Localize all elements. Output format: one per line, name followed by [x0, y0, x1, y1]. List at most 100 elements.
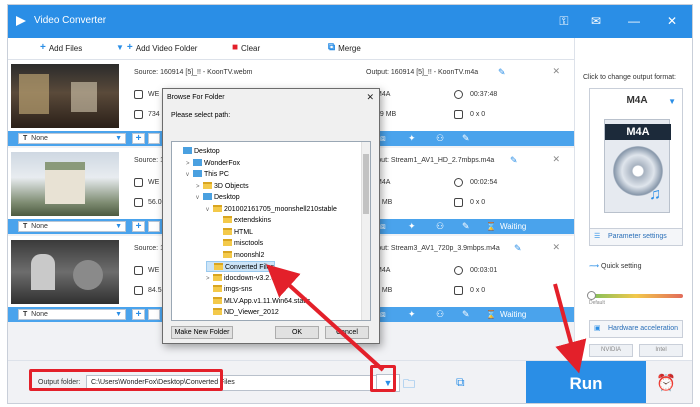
resolution-icon: [454, 110, 463, 119]
collapse-icon[interactable]: >: [206, 274, 213, 285]
subtitle-select[interactable]: T None ▼: [18, 133, 126, 144]
effect-icon[interactable]: ✦: [408, 133, 416, 144]
edit-icon[interactable]: ✎: [514, 243, 522, 254]
tree-node[interactable]: moonshl2: [216, 250, 264, 261]
tree-node[interactable]: Desktop: [176, 146, 220, 157]
run-button[interactable]: Run: [526, 361, 646, 403]
video-thumbnail: [11, 240, 119, 304]
crop-icon[interactable]: ⧈: [380, 221, 386, 232]
tree-node[interactable]: v 20100216170​5_moonshell210stable: [206, 204, 337, 215]
status-text: Waiting: [500, 310, 527, 319]
collapse-icon[interactable]: >: [196, 182, 203, 193]
parameter-settings-button[interactable]: ☰ Parameter settings: [589, 228, 683, 246]
hardware-acceleration-toggle[interactable]: ▣ Hardware acceleration: [589, 320, 683, 338]
add-subtitle-button[interactable]: +: [132, 309, 145, 320]
plus-icon: +: [126, 42, 133, 53]
resolution-icon: [454, 286, 463, 295]
tree-node-label: 3D Objects: [214, 182, 249, 190]
plus-icon: +: [40, 42, 46, 53]
folder-tree[interactable]: Desktop > WonderFox v This PC >3D Objects v Des…: [171, 141, 371, 321]
tree-scrollbar[interactable]: [361, 142, 370, 320]
remove-icon[interactable]: ✕: [552, 242, 560, 253]
folder-icon: [213, 273, 222, 281]
subtitle-select[interactable]: T None ▼: [18, 221, 126, 232]
rename-icon[interactable]: ✎: [462, 309, 470, 320]
dropdown-arrow-icon: ▼: [115, 311, 122, 318]
duration: 00:02:54: [470, 179, 498, 186]
close-icon[interactable]: ✕: [662, 12, 682, 30]
expand-icon[interactable]: v: [206, 205, 213, 216]
crop-icon[interactable]: ⧈: [380, 133, 386, 144]
filesize-icon: [134, 286, 143, 295]
open-folder-icon[interactable]: 🗀: [403, 375, 415, 396]
slider-knob[interactable]: [587, 291, 596, 300]
tree-node[interactable]: MLV.App.v1.11.Win64.static: [206, 296, 310, 307]
tree-node[interactable]: > idocdown-v3.2.6: [206, 273, 275, 284]
tree-node-selected[interactable]: Converted Files: [206, 261, 276, 272]
remove-icon[interactable]: ✕: [552, 154, 560, 165]
cancel-button[interactable]: Cancel: [325, 326, 369, 339]
add-subtitle-button[interactable]: +: [132, 133, 145, 144]
output-format-selector[interactable]: M4A ▼ M4A ♫: [589, 88, 683, 236]
expand-icon[interactable]: v: [186, 170, 193, 181]
source-size: 84.5: [148, 287, 162, 294]
tree-node[interactable]: misctools: [216, 238, 263, 249]
tree-node[interactable]: >3D Objects: [196, 181, 249, 192]
expand-icon[interactable]: v: [196, 193, 203, 204]
tree-node-label: ND_Viewer_2012: [224, 309, 279, 316]
toolbar: + Add Files ▼ + Add Video Folder ■ Clear…: [8, 38, 574, 60]
tree-node[interactable]: extendskins: [216, 215, 271, 226]
remove-icon[interactable]: ✕: [552, 66, 560, 77]
tree-node[interactable]: ND_Viewer_2012: [206, 307, 279, 318]
computer-icon: [183, 147, 192, 154]
folder-icon: [213, 308, 222, 315]
watermark-icon[interactable]: ⚇: [436, 133, 444, 144]
status-text: Waiting: [500, 222, 527, 231]
clear-button[interactable]: ■ Clear: [232, 43, 260, 53]
gift-icon[interactable]: ✉: [586, 12, 606, 30]
edit-icon[interactable]: ✎: [510, 155, 518, 166]
scrollbar-thumb[interactable]: [363, 154, 369, 214]
key-icon[interactable]: ⚿: [554, 12, 574, 30]
audio-select[interactable]: [148, 309, 160, 320]
folder-settings-icon[interactable]: ⧉: [456, 375, 465, 390]
rename-icon[interactable]: ✎: [462, 133, 470, 144]
tree-node[interactable]: v Desktop: [196, 192, 240, 203]
tree-node-label: idocdown-v3.2.6: [224, 274, 275, 282]
audio-select[interactable]: [148, 133, 160, 144]
source-size: 734: [148, 111, 160, 118]
tree-node[interactable]: imgs-sns: [206, 284, 252, 295]
tree-node-label: Desktop: [194, 148, 220, 155]
merge-button[interactable]: ⧉ Merge: [328, 43, 361, 53]
audio-select[interactable]: [148, 221, 160, 232]
collapse-icon[interactable]: >: [186, 159, 193, 170]
trash-icon: ■: [232, 42, 239, 53]
minimize-icon[interactable]: —: [624, 12, 644, 30]
make-new-folder-button[interactable]: Make New Folder: [171, 326, 233, 339]
add-files-button[interactable]: + Add Files: [40, 43, 82, 53]
watermark-icon[interactable]: ⚇: [436, 221, 444, 232]
add-subtitle-button[interactable]: +: [132, 221, 145, 232]
edit-icon[interactable]: ✎: [498, 67, 506, 78]
crop-icon[interactable]: ⧈: [380, 309, 386, 320]
add-video-folder-button[interactable]: ▼ + Add Video Folder: [116, 43, 197, 53]
output-folder-input[interactable]: C:\Users\WonderFox\Desktop\Converted Fil…: [86, 375, 386, 391]
rename-icon[interactable]: ✎: [462, 221, 470, 232]
filesize-icon: [134, 110, 143, 119]
nvidia-option[interactable]: NVIDIA: [589, 344, 633, 357]
intel-option[interactable]: Intel: [639, 344, 683, 357]
subtitle-select[interactable]: T None ▼: [18, 309, 126, 320]
close-icon[interactable]: ✕: [366, 92, 374, 103]
output-folder-dropdown[interactable]: ▼: [376, 374, 400, 392]
tree-node[interactable]: v This PC: [186, 169, 229, 180]
ok-button[interactable]: OK: [275, 326, 319, 339]
computer-icon: [203, 193, 212, 200]
effect-icon[interactable]: ✦: [408, 309, 416, 320]
watermark-icon[interactable]: ⚇: [436, 309, 444, 320]
quality-slider[interactable]: [587, 291, 683, 300]
effect-icon[interactable]: ✦: [408, 221, 416, 232]
slider-default-label: Default: [589, 300, 605, 306]
alarm-clock-icon[interactable]: ⏰: [656, 373, 676, 393]
tree-node[interactable]: > WonderFox: [186, 158, 240, 169]
tree-node[interactable]: HTML: [216, 227, 253, 238]
